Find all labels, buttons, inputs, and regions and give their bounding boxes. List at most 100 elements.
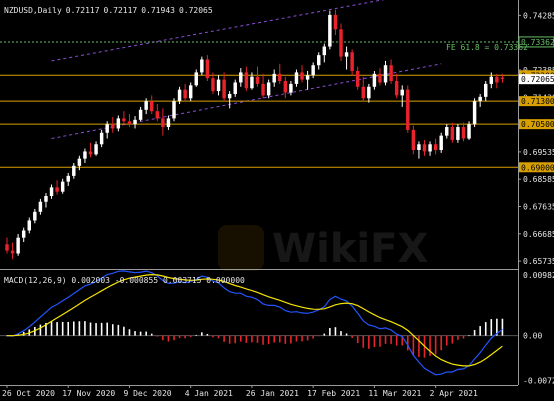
- macd-histogram-bar: [73, 321, 75, 336]
- macd-histogram-bar: [61, 321, 64, 336]
- candle-body: [406, 89, 410, 130]
- candle-body: [239, 72, 243, 83]
- macd-histogram-bar: [384, 335, 387, 344]
- candle: [328, 10, 332, 50]
- macd-histogram-bar: [228, 335, 231, 344]
- price-tick-label: 0.67635: [523, 202, 554, 211]
- macd-histogram-bar: [245, 335, 248, 343]
- candle-body: [116, 118, 121, 129]
- ohlc-close: 0.72065: [179, 6, 213, 15]
- candle-body: [21, 230, 26, 238]
- macd-histogram-bar: [273, 335, 275, 343]
- macd-histogram-bar: [195, 334, 198, 336]
- candle-body: [161, 118, 165, 128]
- candle: [439, 132, 443, 153]
- candle-body: [355, 70, 360, 87]
- candle-body: [445, 127, 449, 136]
- candle-body: [456, 127, 460, 140]
- macd-histogram-bar: [262, 335, 264, 345]
- candle-body: [183, 89, 187, 99]
- symbol-title: NZDUSD,Daily: [4, 6, 62, 15]
- macd-histogram-bar: [362, 335, 365, 348]
- macd-histogram-bar: [284, 335, 287, 344]
- fib-label: FE 61.8 = 0.73362: [446, 43, 528, 52]
- macd-histogram-bar: [379, 335, 381, 347]
- macd-histogram-bar: [407, 335, 409, 351]
- candle-body: [311, 65, 315, 76]
- macd-histogram-bar: [212, 335, 214, 338]
- macd-histogram-bar: [323, 333, 326, 336]
- macd-histogram-bar: [184, 335, 186, 339]
- macd-histogram-bar: [484, 322, 487, 336]
- candle-body: [428, 144, 432, 152]
- macd-tick-label: 0.009825: [523, 271, 554, 280]
- macd-histogram-bar: [117, 324, 120, 336]
- watermark-logo: WikiFX: [218, 225, 428, 272]
- candle-body: [489, 76, 494, 84]
- macd-histogram-bar: [128, 329, 131, 336]
- candle-body: [122, 118, 126, 122]
- candle-body: [99, 132, 104, 145]
- date-tick-label: 2 Apr 2021: [430, 389, 478, 398]
- price-tick-label: 0.66685: [523, 230, 554, 239]
- candle-body: [266, 82, 271, 96]
- candle-body: [44, 196, 48, 202]
- macd-histogram-bar: [351, 335, 353, 338]
- candle-body: [177, 89, 182, 102]
- macd-histogram-bar: [162, 335, 164, 341]
- macd-histogram-bar: [78, 321, 81, 336]
- chart-title: NZDUSD,Daily 0.72117 0.72117 0.71943 0.72065: [4, 6, 213, 15]
- candle-body: [289, 83, 293, 93]
- macd-histogram-bar: [251, 335, 253, 343]
- candle-body: [94, 144, 98, 155]
- macd-histogram-bar: [240, 335, 242, 342]
- candle-body: [250, 76, 254, 89]
- macd-histogram-bar: [106, 322, 108, 336]
- candle-body: [294, 72, 299, 84]
- macd-histogram-bar: [278, 335, 281, 343]
- macd-histogram-bar: [156, 335, 159, 337]
- price-tick-label: 0.69535: [523, 148, 554, 157]
- candle-body: [278, 73, 282, 82]
- candle-body: [150, 101, 154, 112]
- macd-histogram-bar: [134, 331, 136, 336]
- candle-body: [417, 144, 421, 151]
- chart-background: [0, 0, 554, 401]
- candle-body: [211, 78, 215, 92]
- candle-body: [300, 72, 304, 80]
- price-tick-label: 0.74285: [523, 11, 554, 20]
- candle-body: [188, 85, 193, 99]
- macd-histogram-bar: [340, 331, 342, 336]
- candle-body: [484, 83, 488, 97]
- candle-body: [433, 144, 438, 151]
- candle: [411, 125, 416, 155]
- macd-histogram-bar: [234, 335, 237, 344]
- macd-histogram-bar: [501, 318, 504, 336]
- candle-body: [66, 175, 70, 182]
- macd-histogram-bar: [89, 322, 92, 336]
- candle-body: [328, 14, 332, 47]
- macd-histogram-bar: [429, 335, 431, 356]
- date-tick-label: 9 Dec 2020: [123, 389, 171, 398]
- candle-body: [372, 73, 377, 87]
- candle-body: [144, 101, 148, 110]
- macd-histogram-bar: [462, 335, 465, 339]
- macd-histogram-bar: [434, 335, 437, 355]
- macd-histogram-bar: [256, 335, 259, 343]
- candle-body: [72, 165, 76, 176]
- candle-body: [16, 237, 20, 254]
- candle-body: [478, 96, 482, 102]
- price-label-text-2: 0.70500: [521, 120, 554, 129]
- date-tick-label: 4 Jan 2021: [185, 389, 233, 398]
- macd-tick-label: 0.00: [523, 332, 542, 341]
- price-label-text-1: 0.71300: [521, 97, 554, 106]
- macd-histogram-bar: [50, 321, 53, 336]
- macd-histogram-bar: [95, 323, 97, 336]
- candle-body: [378, 73, 382, 83]
- svg-text:WikiFX: WikiFX: [272, 226, 428, 272]
- macd-histogram-bar: [479, 326, 481, 336]
- candle-body: [305, 75, 310, 80]
- candle-body: [450, 127, 455, 140]
- macd-histogram-bar: [473, 330, 476, 336]
- candle-body: [422, 144, 427, 152]
